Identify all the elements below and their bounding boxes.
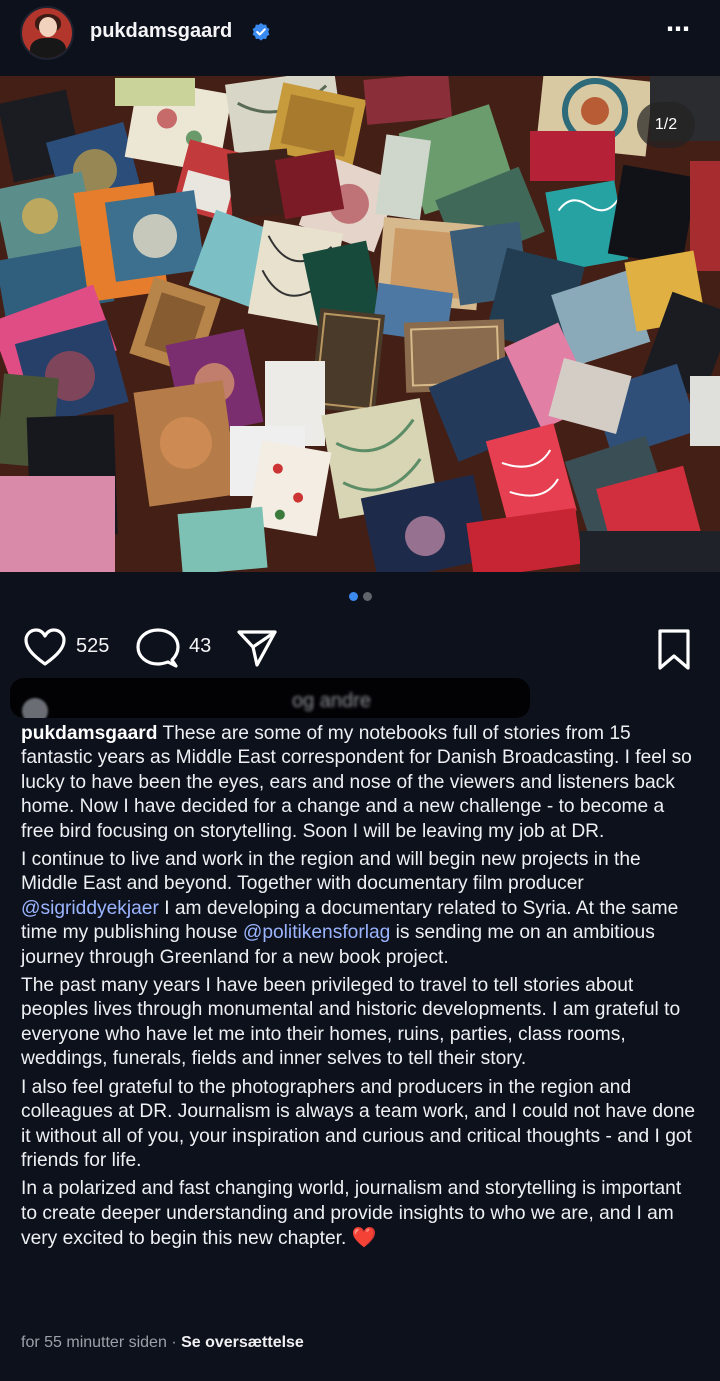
caption-paragraph: pukdamsgaard These are some of my notebo… [21, 722, 701, 844]
post-header: pukdamsgaard ⋯ [0, 0, 720, 76]
share-icon[interactable] [236, 628, 278, 668]
bookmark-icon[interactable] [656, 628, 692, 672]
mention-link[interactable]: @politikensforlag [243, 922, 390, 943]
verified-badge-icon [252, 23, 270, 41]
like-count[interactable]: 525 [76, 635, 109, 658]
comment-icon[interactable] [136, 628, 180, 670]
caption-paragraph: The past many years I have been privileg… [21, 975, 681, 1070]
carousel-dot[interactable] [362, 592, 372, 601]
avatar[interactable] [20, 6, 74, 60]
notebooks-photo [0, 76, 720, 572]
separator: · [171, 1334, 177, 1351]
caption-paragraph: I also feel grateful to the photographer… [21, 1076, 696, 1171]
username[interactable]: pukdamsgaard [90, 20, 232, 43]
heart-emoji-icon: ❤️ [351, 1227, 377, 1250]
liked-by-redacted: og andre [10, 678, 530, 718]
liked-by-avatar [22, 698, 48, 718]
timestamp: for 55 minutter siden [21, 1334, 167, 1351]
heart-icon[interactable] [23, 628, 67, 668]
more-options-icon[interactable]: ⋯ [666, 18, 691, 42]
mention-link[interactable]: @sigriddyekjaer [21, 898, 159, 919]
post-image[interactable] [0, 76, 720, 572]
translate-link[interactable]: Se oversættelse [181, 1334, 304, 1351]
caption-author[interactable]: pukdamsgaard [21, 723, 158, 744]
liked-by-text[interactable]: og andre [292, 690, 371, 713]
image-counter: 1/2 [637, 102, 695, 148]
caption-paragraph: I continue to live and work in the regio… [21, 848, 701, 970]
carousel-dot-active [348, 592, 358, 601]
post-caption: pukdamsgaard These are some of my notebo… [21, 722, 701, 1256]
post-footer: for 55 minutter siden · Se oversættelse [21, 1334, 304, 1352]
caption-paragraph: In a polarized and fast changing world, … [21, 1177, 701, 1251]
comment-count[interactable]: 43 [189, 635, 211, 658]
action-bar: 525 43 [0, 620, 720, 672]
caption-text: I continue to live and work in the regio… [21, 849, 641, 895]
carousel-dots [0, 592, 720, 604]
